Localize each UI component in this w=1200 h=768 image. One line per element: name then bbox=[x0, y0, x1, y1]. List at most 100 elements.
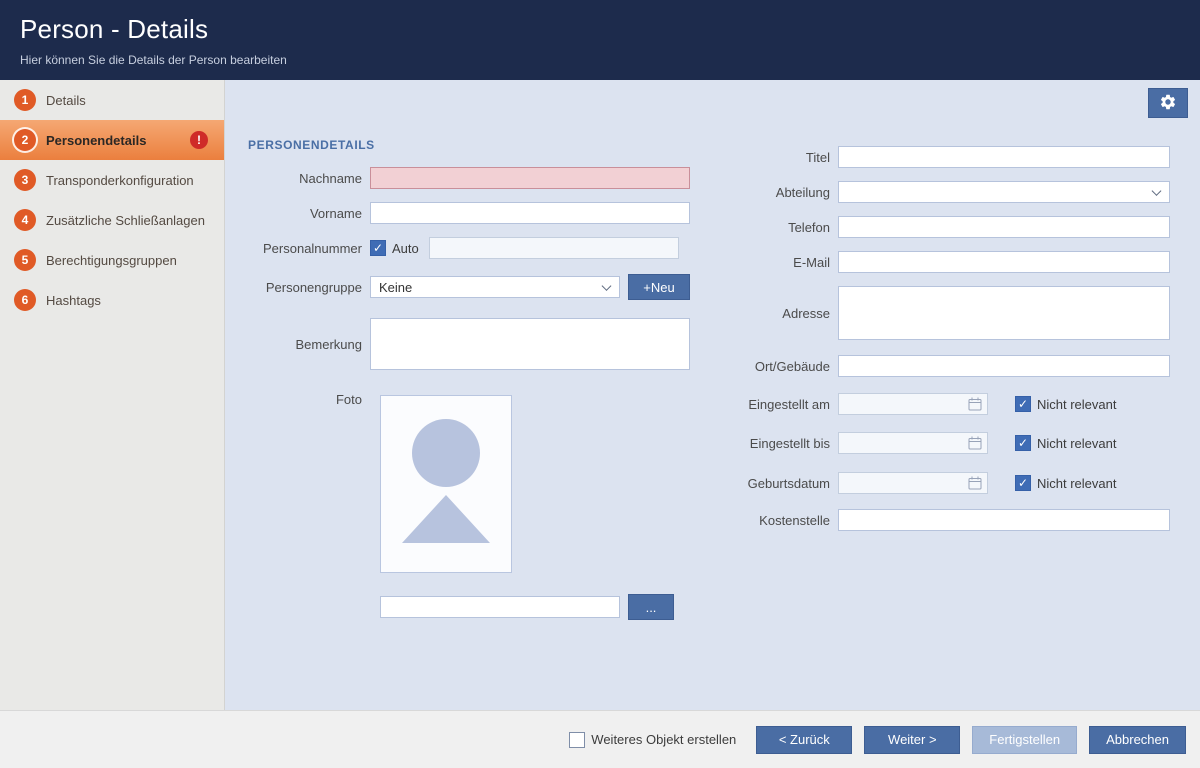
step-number-badge: 2 bbox=[14, 129, 36, 151]
nachname-input[interactable] bbox=[370, 167, 690, 189]
gear-icon bbox=[1159, 93, 1177, 114]
step-number-badge: 6 bbox=[14, 289, 36, 311]
step-number-badge: 5 bbox=[14, 249, 36, 271]
nachname-label: Nachname bbox=[248, 171, 362, 186]
eingestellt-bis-row: Eingestellt bis Nicht relevant bbox=[713, 432, 1116, 454]
settings-button[interactable] bbox=[1148, 88, 1188, 118]
eingestellt-bis-input[interactable] bbox=[838, 432, 988, 454]
sidebar-item-transponderkonfiguration[interactable]: 3 Transponderkonfiguration bbox=[0, 160, 224, 200]
kostenstelle-label: Kostenstelle bbox=[713, 513, 830, 528]
step-number-badge: 4 bbox=[14, 209, 36, 231]
auto-checkbox[interactable] bbox=[370, 240, 386, 256]
weiteres-objekt-label: Weiteres Objekt erstellen bbox=[591, 732, 736, 747]
ort-label: Ort/Gebäude bbox=[713, 359, 830, 374]
foto-row: Foto bbox=[248, 392, 370, 414]
footer-bar: Weiteres Objekt erstellen < Zurück Weite… bbox=[0, 710, 1200, 768]
email-label: E-Mail bbox=[713, 255, 830, 270]
nicht-relevant-label: Nicht relevant bbox=[1037, 476, 1116, 491]
weiteres-objekt-row: Weiteres Objekt erstellen bbox=[569, 732, 736, 748]
foto-file-row: ... bbox=[380, 594, 674, 620]
sidebar-item-zusaetzliche-schliessanlagen[interactable]: 4 Zusätzliche Schließanlagen bbox=[0, 200, 224, 240]
bemerkung-textarea[interactable] bbox=[370, 318, 690, 370]
eingestellt-am-row: Eingestellt am Nicht relevant bbox=[713, 393, 1116, 415]
personengruppe-select[interactable]: Keine bbox=[370, 276, 620, 298]
sidebar-item-berechtigungsgruppen[interactable]: 5 Berechtigungsgruppen bbox=[0, 240, 224, 280]
kostenstelle-row: Kostenstelle bbox=[713, 509, 1170, 531]
email-row: E-Mail bbox=[713, 251, 1170, 273]
titel-row: Titel bbox=[713, 146, 1170, 168]
weiteres-objekt-checkbox[interactable] bbox=[569, 732, 585, 748]
calendar-icon bbox=[968, 436, 982, 450]
wizard-steps: 1 Details 2 Personendetails ! 3 Transpon… bbox=[0, 80, 225, 710]
photo-placeholder bbox=[380, 395, 512, 573]
section-title: PERSONENDETAILS bbox=[248, 138, 375, 152]
step-label: Berechtigungsgruppen bbox=[46, 253, 177, 268]
step-number-badge: 1 bbox=[14, 89, 36, 111]
calendar-icon bbox=[968, 397, 982, 411]
weiter-button[interactable]: Weiter > bbox=[864, 726, 960, 754]
geburtsdatum-label: Geburtsdatum bbox=[713, 476, 830, 491]
sidebar-item-personendetails[interactable]: 2 Personendetails ! bbox=[0, 120, 224, 160]
step-number-badge: 3 bbox=[14, 169, 36, 191]
nicht-relevant-label: Nicht relevant bbox=[1037, 436, 1116, 451]
fertigstellen-button[interactable]: Fertigstellen bbox=[972, 726, 1077, 754]
eingestellt-bis-nicht-relevant-checkbox[interactable] bbox=[1015, 435, 1031, 451]
step-label: Details bbox=[46, 93, 86, 108]
titel-label: Titel bbox=[713, 150, 830, 165]
calendar-icon bbox=[968, 476, 982, 490]
step-label: Zusätzliche Schließanlagen bbox=[46, 213, 205, 228]
person-details-window: Person - Details Hier können Sie die Det… bbox=[0, 0, 1200, 768]
adresse-label: Adresse bbox=[713, 306, 830, 321]
nicht-relevant-label: Nicht relevant bbox=[1037, 397, 1116, 412]
avatar-icon bbox=[380, 395, 512, 572]
vorname-label: Vorname bbox=[248, 206, 362, 221]
bemerkung-row: Bemerkung bbox=[248, 318, 690, 370]
foto-label: Foto bbox=[248, 392, 362, 407]
vorname-input[interactable] bbox=[370, 202, 690, 224]
personengruppe-label: Personengruppe bbox=[248, 280, 362, 295]
chevron-down-icon bbox=[1152, 186, 1162, 196]
abteilung-select[interactable] bbox=[838, 181, 1170, 203]
neu-button[interactable]: +Neu bbox=[628, 274, 690, 300]
error-icon: ! bbox=[190, 131, 208, 149]
telefon-row: Telefon bbox=[713, 216, 1170, 238]
sidebar-item-details[interactable]: 1 Details bbox=[0, 80, 224, 120]
abteilung-row: Abteilung bbox=[713, 181, 1170, 203]
zurueck-button[interactable]: < Zurück bbox=[756, 726, 852, 754]
browse-button[interactable]: ... bbox=[628, 594, 674, 620]
ort-input[interactable] bbox=[838, 355, 1170, 377]
telefon-input[interactable] bbox=[838, 216, 1170, 238]
chevron-down-icon bbox=[602, 281, 612, 291]
vorname-row: Vorname bbox=[248, 202, 690, 224]
abbrechen-button[interactable]: Abbrechen bbox=[1089, 726, 1186, 754]
page-subtitle: Hier können Sie die Details der Person b… bbox=[20, 53, 1180, 67]
bemerkung-label: Bemerkung bbox=[248, 337, 362, 352]
header: Person - Details Hier können Sie die Det… bbox=[0, 0, 1200, 80]
kostenstelle-input[interactable] bbox=[838, 509, 1170, 531]
titel-input[interactable] bbox=[838, 146, 1170, 168]
sidebar-item-hashtags[interactable]: 6 Hashtags bbox=[0, 280, 224, 320]
eingestellt-am-nicht-relevant-checkbox[interactable] bbox=[1015, 396, 1031, 412]
geburtsdatum-row: Geburtsdatum Nicht relevant bbox=[713, 472, 1116, 494]
email-input[interactable] bbox=[838, 251, 1170, 273]
personalnummer-input[interactable] bbox=[429, 237, 679, 259]
geburtsdatum-input[interactable] bbox=[838, 472, 988, 494]
auto-label: Auto bbox=[392, 241, 419, 256]
adresse-textarea[interactable] bbox=[838, 286, 1170, 340]
adresse-row: Adresse bbox=[713, 286, 1170, 340]
step-label: Hashtags bbox=[46, 293, 101, 308]
personengruppe-value: Keine bbox=[379, 280, 412, 295]
step-label: Transponderkonfiguration bbox=[46, 173, 194, 188]
foto-path-input[interactable] bbox=[380, 596, 620, 618]
eingestellt-bis-label: Eingestellt bis bbox=[713, 436, 830, 451]
personalnummer-row: Personalnummer Auto bbox=[248, 237, 679, 259]
eingestellt-am-label: Eingestellt am bbox=[713, 397, 830, 412]
geburtsdatum-nicht-relevant-checkbox[interactable] bbox=[1015, 475, 1031, 491]
abteilung-label: Abteilung bbox=[713, 185, 830, 200]
personengruppe-row: Personengruppe Keine +Neu bbox=[248, 276, 690, 298]
page-title: Person - Details bbox=[20, 14, 1180, 45]
personalnummer-label: Personalnummer bbox=[248, 241, 362, 256]
eingestellt-am-input[interactable] bbox=[838, 393, 988, 415]
main-content: PERSONENDETAILS Nachname Vorname Persona… bbox=[225, 80, 1200, 710]
nachname-row: Nachname bbox=[248, 167, 690, 189]
